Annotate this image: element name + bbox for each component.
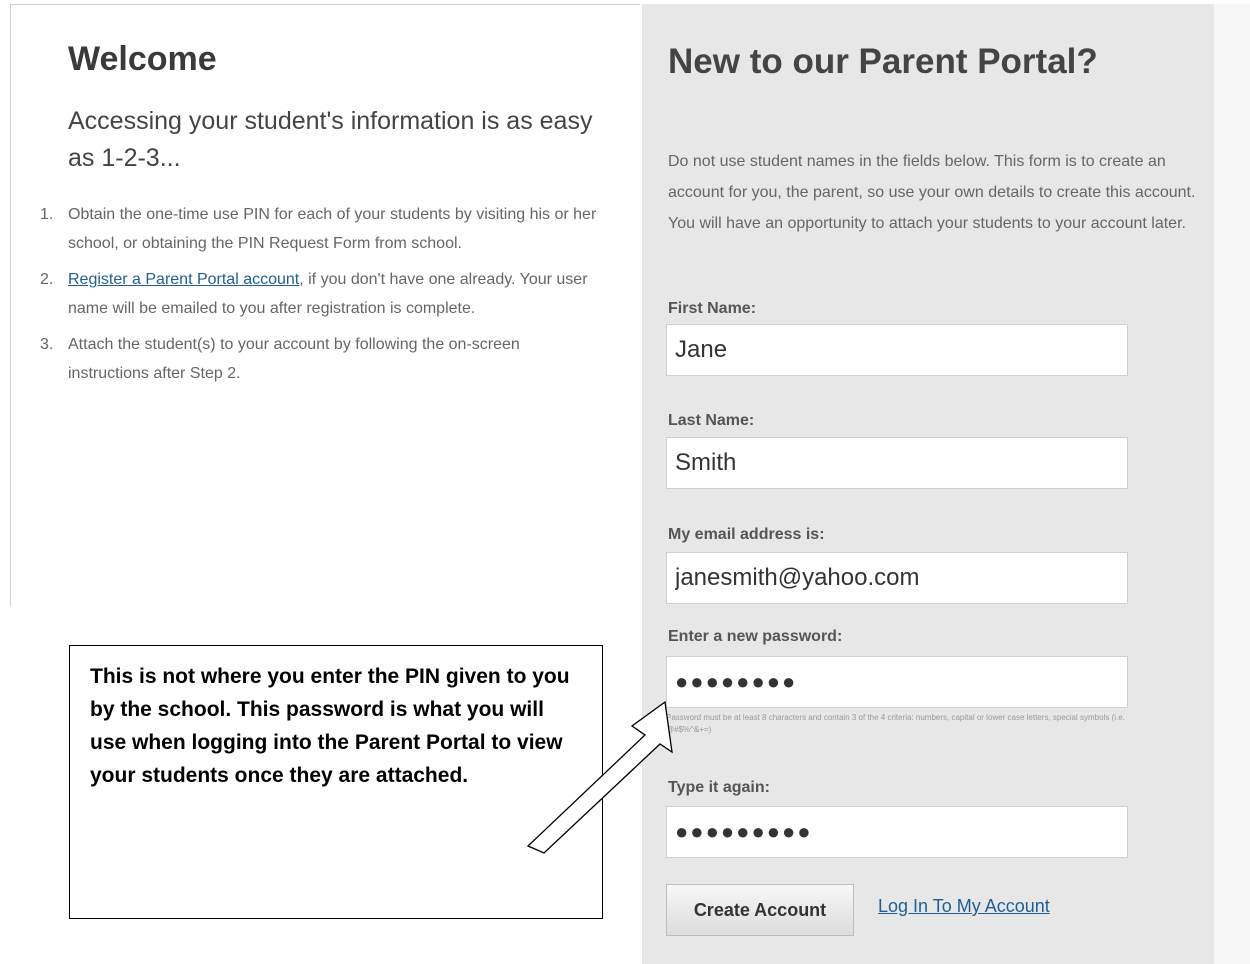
callout-arrow (526, 700, 673, 854)
arrow-outline (526, 700, 673, 854)
